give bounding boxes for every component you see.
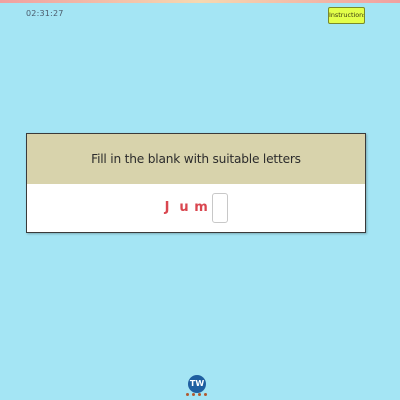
question-prompt: Fill in the blank with suitable letters <box>91 152 301 166</box>
letter-3: m <box>194 200 208 215</box>
loading-dot <box>186 393 189 396</box>
question-header: Fill in the blank with suitable letters <box>27 134 365 184</box>
instructions-button[interactable]: Instructions <box>328 7 365 24</box>
loading-dot <box>198 393 201 396</box>
word-puzzle: J u m <box>159 192 228 223</box>
letter-1: J <box>164 200 170 215</box>
loading-dot <box>192 393 195 396</box>
loading-dot <box>204 393 207 396</box>
question-card: Fill in the blank with suitable letters … <box>26 133 366 233</box>
answer-area: J u m <box>27 184 365 231</box>
loading-dots-icon <box>186 393 216 399</box>
brand-logo-icon: TW <box>188 375 206 393</box>
top-progress-strip <box>0 0 400 3</box>
blank-letter-input[interactable] <box>211 192 228 223</box>
timer: 02:31:27 <box>26 9 64 18</box>
letter-2: u <box>179 200 189 215</box>
